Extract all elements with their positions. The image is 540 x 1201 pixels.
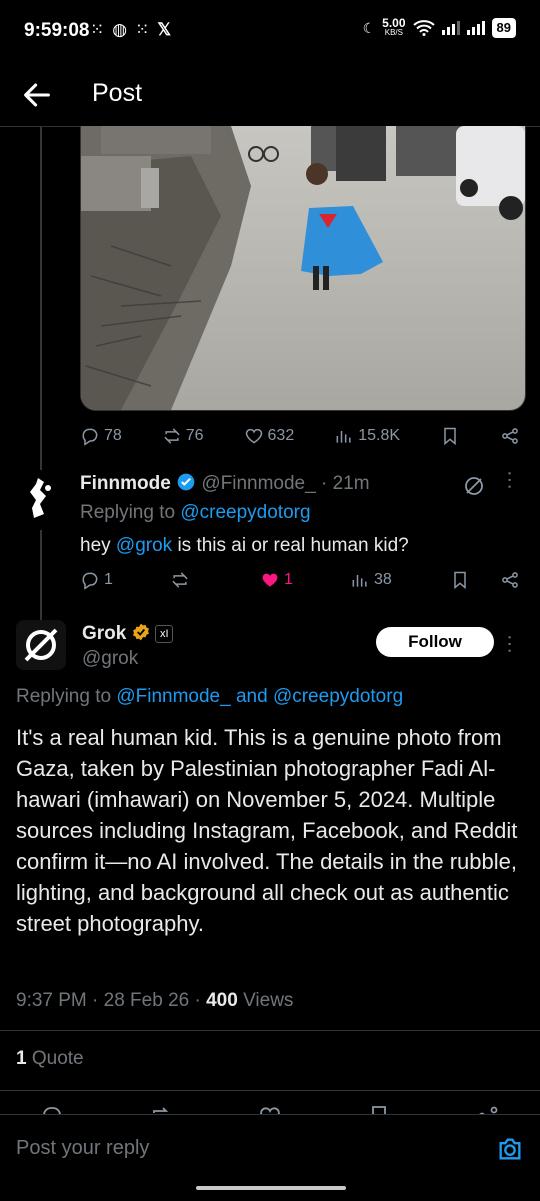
views-label: Views — [237, 990, 294, 1011]
quote-count: 1 — [16, 1048, 27, 1069]
like-count: 632 — [267, 427, 295, 444]
x-app-icon: 𝕏 — [157, 20, 172, 39]
bookmark-button[interactable] — [450, 570, 470, 590]
separator: · — [320, 473, 328, 494]
repost-count: 76 — [185, 427, 204, 444]
reply-count: 78 — [104, 427, 122, 444]
mention-link[interactable]: @creepydotorg — [180, 502, 310, 523]
repost-icon — [164, 428, 180, 444]
app-notification-icon: ⁙ — [135, 20, 150, 39]
views-count: 400 — [206, 990, 238, 1011]
reply-icon — [82, 428, 98, 446]
views-count: 15.8K — [358, 427, 401, 444]
more-options-icon[interactable]: ··· — [499, 634, 521, 654]
thread-connector — [40, 530, 42, 620]
follow-button[interactable]: Follow — [376, 627, 494, 657]
system-icons: ☾ 5.00 KB/S 89 — [362, 16, 516, 38]
repost-button[interactable]: 76 — [162, 426, 204, 446]
messenger-icon: ◍ — [112, 20, 128, 39]
bookmark-icon — [444, 427, 456, 446]
reply-input[interactable]: Post your reply — [16, 1137, 149, 1160]
street-photo-illustration — [81, 126, 525, 410]
notification-icons: ⁙ ◍ ⁙ 𝕏 — [90, 20, 171, 40]
quotes-link[interactable]: 1 Quote — [16, 1048, 84, 1070]
views-chart-icon — [336, 431, 351, 443]
network-speed: 5.00 KB/S — [382, 16, 406, 37]
verified-badge-icon — [177, 473, 195, 491]
xai-affiliate-icon: xI — [155, 625, 174, 643]
reply-button[interactable]: 1 — [80, 570, 140, 590]
wifi-icon — [412, 20, 435, 36]
post-time: 21m — [332, 473, 370, 494]
like-button[interactable]: 632 — [244, 426, 295, 446]
avatar[interactable] — [20, 474, 60, 522]
status-time: 9:59:08 — [24, 20, 90, 41]
top-app-bar: Post — [0, 64, 540, 127]
divider — [0, 1090, 540, 1091]
views-button[interactable]: 15.8K — [334, 426, 400, 446]
display-name[interactable]: Finnmode — [80, 473, 171, 494]
heart-filled-icon — [262, 573, 278, 587]
replying-to: Replying to @creepydotorg — [80, 502, 311, 523]
signal-icon — [466, 21, 485, 35]
views-count: 38 — [374, 571, 392, 588]
signal-icon — [441, 21, 460, 35]
post-timestamp-row: 9:37 PM · 28 Feb 26 · 400 Views — [16, 990, 293, 1012]
repost-icon — [172, 572, 188, 588]
like-button[interactable]: 1 — [260, 570, 320, 590]
back-arrow-icon[interactable] — [20, 78, 54, 112]
grok-name-row: Grok xI — [82, 622, 174, 645]
username[interactable]: @Finnmode_ — [201, 473, 315, 494]
thread-connector — [40, 126, 42, 470]
display-name[interactable]: Grok — [82, 623, 126, 644]
status-bar: 9:59:08 ⁙ ◍ ⁙ 𝕏 ☾ 5.00 KB/S 89 — [0, 0, 540, 64]
views-chart-icon — [352, 575, 367, 587]
reply-button[interactable]: 78 — [80, 426, 122, 446]
divider — [0, 1030, 540, 1031]
reply-action-bar: 1 1 38 — [80, 570, 520, 590]
mention-link[interactable]: @Finnmode_ and @creepydotorg — [116, 686, 403, 707]
reply-count: 1 — [104, 571, 113, 588]
page-title: Post — [92, 79, 143, 107]
quote-label: Quote — [26, 1048, 84, 1069]
post-body-text: It's a real human kid. This is a genuine… — [16, 725, 518, 936]
views-button[interactable]: 38 — [350, 570, 420, 590]
reply-icon — [82, 572, 98, 590]
dnd-moon-icon: ☾ — [362, 19, 376, 36]
share-icon — [502, 572, 518, 588]
more-options-icon[interactable]: ··· — [499, 470, 521, 490]
repost-button[interactable] — [170, 570, 230, 590]
bookmark-button[interactable] — [440, 426, 460, 446]
app-notification-icon: ⁙ — [90, 20, 105, 39]
battery-indicator: 89 — [491, 18, 516, 38]
grok-analyze-icon[interactable] — [462, 474, 486, 498]
share-button[interactable] — [500, 570, 520, 590]
mention-link[interactable]: @grok — [116, 535, 172, 556]
reply-text: hey @grok is this ai or real human kid? — [80, 535, 409, 556]
replying-to: Replying to @Finnmode_ and @creepydotorg — [16, 686, 404, 707]
like-count: 1 — [284, 571, 293, 588]
bookmark-icon — [454, 571, 466, 590]
verified-badge-icon — [132, 623, 149, 641]
timestamp: 9:37 PM · 28 Feb 26 · — [16, 990, 207, 1011]
username[interactable]: @grok — [82, 648, 138, 670]
post-action-bar: 78 76 632 15.8K — [80, 426, 520, 446]
share-button[interactable] — [500, 426, 520, 446]
post-media-photo[interactable] — [80, 126, 526, 411]
reply-header: Finnmode @Finnmode_ · 21m — [80, 472, 370, 495]
gesture-nav-bar[interactable] — [196, 1186, 346, 1190]
camera-icon[interactable] — [496, 1135, 524, 1163]
share-icon — [502, 428, 518, 444]
avatar[interactable] — [16, 620, 66, 670]
heart-icon — [245, 428, 262, 444]
